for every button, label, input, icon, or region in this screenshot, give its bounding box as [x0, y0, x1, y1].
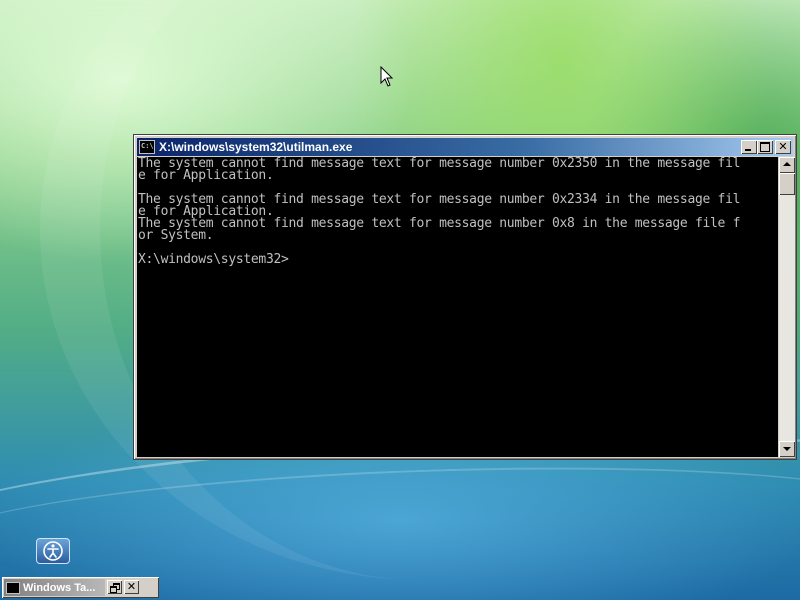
restore-icon: [110, 583, 120, 593]
console-line: The system cannot find message text for …: [138, 216, 741, 231]
arrow-down-icon: [783, 447, 791, 451]
close-icon: ✕: [126, 580, 137, 593]
console-line: e for Application.: [138, 168, 274, 183]
console-output-text: The system cannot find message text for …: [137, 157, 778, 266]
close-button[interactable]: ✕: [775, 140, 791, 154]
scrollbar-thumb[interactable]: [779, 173, 795, 195]
minimized-window-label: Windows Ta...: [23, 581, 96, 594]
window-app-icon: [6, 581, 20, 594]
console-line: X:\windows\system32>: [138, 252, 289, 267]
console-window[interactable]: C:\. X:\windows\system32\utilman.exe ✕ T…: [133, 134, 797, 460]
minimized-window-controls: ✕: [107, 580, 139, 594]
restore-button[interactable]: [107, 580, 122, 594]
minimize-icon: [745, 149, 751, 151]
console-title: X:\windows\system32\utilman.exe: [159, 140, 353, 154]
minimized-close-button[interactable]: ✕: [124, 580, 139, 594]
minimized-window[interactable]: Windows Ta... ✕: [2, 577, 159, 598]
command-prompt-icon[interactable]: C:\.: [139, 140, 155, 154]
console-output-area[interactable]: The system cannot find message text for …: [137, 157, 778, 457]
maximize-button[interactable]: [757, 140, 773, 154]
maximize-icon: [760, 142, 770, 152]
ease-of-access-icon: [43, 541, 63, 561]
arrow-up-icon: [783, 162, 791, 166]
close-icon: ✕: [778, 140, 788, 153]
console-line: or System.: [138, 228, 214, 243]
scroll-up-button[interactable]: [779, 157, 795, 173]
ease-of-access-button[interactable]: [36, 538, 70, 564]
minimize-button[interactable]: [741, 140, 757, 154]
scroll-down-button[interactable]: [779, 441, 795, 457]
console-titlebar[interactable]: C:\. X:\windows\system32\utilman.exe ✕: [137, 138, 793, 156]
vertical-scrollbar[interactable]: [779, 157, 795, 457]
window-controls: ✕: [741, 140, 791, 154]
minimized-window-title[interactable]: Windows Ta...: [4, 579, 105, 596]
arrow-cursor-icon: [380, 66, 394, 87]
